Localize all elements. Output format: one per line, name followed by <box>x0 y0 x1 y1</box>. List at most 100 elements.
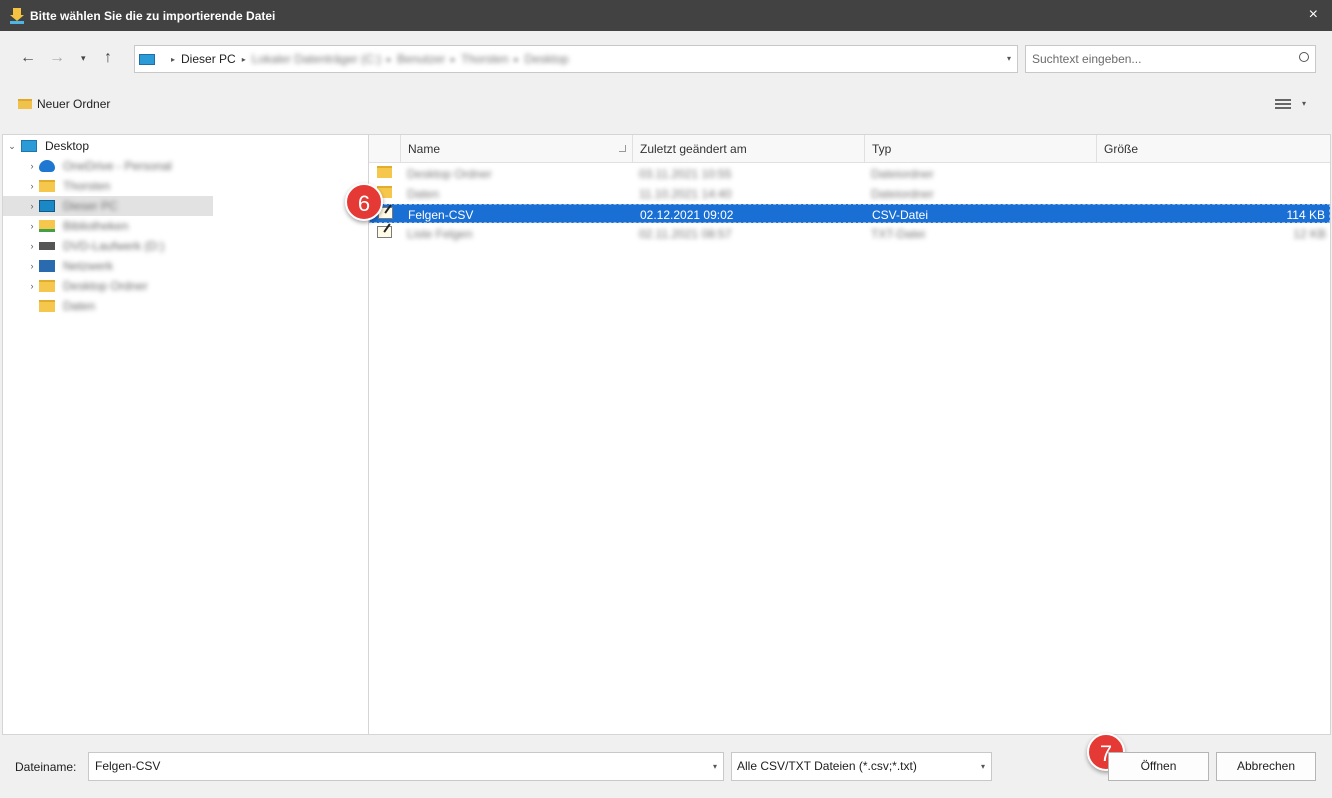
navigation-bar: ← → ▾ ↑ ▸ Dieser PC ▸ Lokaler Datenträge… <box>0 31 1332 89</box>
filename-value: Felgen-CSV <box>95 759 161 773</box>
file-list[interactable]: Name Zuletzt geändert am Typ Größe Deskt… <box>369 134 1331 735</box>
folder-icon <box>18 99 32 109</box>
file-type: TXT-Datei <box>871 227 926 241</box>
tree-item-network[interactable]: › Netzwerk <box>3 256 368 276</box>
forward-arrow-icon[interactable]: → <box>49 49 65 67</box>
cancel-button[interactable]: Abbrechen <box>1216 752 1316 781</box>
tree-item-label: OneDrive - Personal <box>63 159 172 173</box>
file-name: Daten <box>407 187 440 201</box>
chevron-right-icon[interactable]: › <box>25 201 39 211</box>
title-bar: Bitte wählen Sie die zu importierende Da… <box>0 0 1332 31</box>
text-file-icon <box>377 226 392 238</box>
chevron-right-icon[interactable]: › <box>25 261 39 271</box>
folder-icon <box>377 166 392 178</box>
tree-item-data-folder[interactable]: Daten <box>3 296 368 316</box>
tree-item-dvd-drive[interactable]: › DVD-Laufwerk (D:) <box>3 236 368 256</box>
drive-icon <box>39 242 55 250</box>
column-header-icon <box>369 135 401 163</box>
navigation-tree[interactable]: ⌄ Desktop › OneDrive - Personal › Thorst… <box>2 134 369 735</box>
import-download-icon <box>10 7 24 24</box>
recent-locations-chevron-icon[interactable]: ▾ <box>81 53 86 64</box>
file-size: 12 KB <box>1293 227 1326 241</box>
monitor-icon <box>39 200 55 212</box>
search-input[interactable]: Suchtext eingeben... <box>1025 45 1316 73</box>
tree-item-label: Bibliotheken <box>63 219 129 233</box>
chevron-right-icon[interactable]: › <box>25 281 39 291</box>
expanded-chevron-icon[interactable]: ⌄ <box>3 141 21 152</box>
column-header-label: Typ <box>872 142 892 156</box>
file-type: CSV-Datei <box>872 208 929 222</box>
tree-item-label: Desktop Ordner <box>63 279 148 293</box>
tree-item-label: Netzwerk <box>63 259 114 273</box>
file-name: Felgen-CSV <box>408 208 474 222</box>
tree-item-this-pc[interactable]: › Dieser PC <box>3 196 213 216</box>
open-button[interactable]: Öffnen <box>1108 752 1209 781</box>
breadcrumb-user[interactable]: Thorsten <box>461 52 508 66</box>
breadcrumb-users[interactable]: Benutzer <box>397 52 445 66</box>
toolbar: Neuer Ordner ▾ <box>0 89 1332 133</box>
file-row[interactable]: Daten 11.10.2021 14:40 Dateiordner <box>369 184 1330 203</box>
address-bar[interactable]: ▸ Dieser PC ▸ Lokaler Datenträger (C:) ▸… <box>134 45 1018 73</box>
file-type: Dateiordner <box>871 187 934 201</box>
breadcrumb-separator: ▸ <box>451 54 456 64</box>
breadcrumb-desktop[interactable]: Desktop <box>525 52 569 66</box>
search-placeholder: Suchtext eingeben... <box>1032 52 1142 66</box>
tree-item-label: DVD-Laufwerk (D:) <box>63 239 165 253</box>
up-arrow-icon[interactable]: ↑ <box>104 49 112 67</box>
tree-item-label: Thorsten <box>63 179 111 193</box>
breadcrumb-separator: ▸ <box>241 54 246 64</box>
dialog-footer: Dateiname: Felgen-CSV ▾ Alle CSV/TXT Dat… <box>0 736 1332 798</box>
folder-icon <box>39 280 55 292</box>
search-icon[interactable] <box>1299 52 1309 62</box>
file-type: Dateiordner <box>871 167 934 181</box>
chevron-right-icon[interactable]: › <box>25 221 39 231</box>
chevron-right-icon[interactable]: › <box>25 161 39 171</box>
desktop-icon <box>21 140 37 152</box>
tree-item-label: Dieser PC <box>63 199 118 213</box>
breadcrumb-this-pc[interactable]: Dieser PC <box>181 52 236 66</box>
tree-item-label: Desktop <box>45 139 90 153</box>
folder-icon <box>39 180 55 192</box>
column-header-label: Zuletzt geändert am <box>640 142 747 156</box>
column-header-modified[interactable]: Zuletzt geändert am <box>633 135 865 163</box>
breadcrumb-separator: ▸ <box>514 54 519 64</box>
filter-dropdown-icon[interactable]: ▾ <box>981 753 985 780</box>
library-icon <box>39 220 55 232</box>
cloud-icon <box>39 160 55 172</box>
dialog-title: Bitte wählen Sie die zu importierende Da… <box>30 8 276 23</box>
back-arrow-icon[interactable]: ← <box>20 49 36 67</box>
breadcrumb-separator: ▸ <box>171 54 176 64</box>
view-options-chevron-icon[interactable]: ▾ <box>1302 99 1306 108</box>
tree-item-desktop[interactable]: ⌄ Desktop <box>3 136 368 156</box>
tree-item-user-folder[interactable]: › Thorsten <box>3 176 368 196</box>
file-name: Liste Felgen <box>407 227 473 241</box>
column-header-size[interactable]: Größe <box>1097 135 1330 163</box>
column-header-type[interactable]: Typ <box>865 135 1097 163</box>
new-folder-label: Neuer Ordner <box>37 97 111 111</box>
file-row-selected[interactable]: Felgen-CSV 02.12.2021 09:02 CSV-Datei 11… <box>369 204 1330 223</box>
close-icon[interactable]: × <box>1309 7 1318 23</box>
file-row[interactable]: Liste Felgen 02.11.2021 08:57 TXT-Datei … <box>369 224 1330 243</box>
chevron-right-icon[interactable]: › <box>25 241 39 251</box>
filename-dropdown-icon[interactable]: ▾ <box>713 753 717 780</box>
file-type-filter-select[interactable]: Alle CSV/TXT Dateien (*.csv;*.txt) ▾ <box>731 752 992 781</box>
this-pc-icon <box>139 53 155 65</box>
filename-input[interactable]: Felgen-CSV ▾ <box>88 752 724 781</box>
breadcrumb-drive[interactable]: Lokaler Datenträger (C:) <box>252 52 381 66</box>
file-type-filter-value: Alle CSV/TXT Dateien (*.csv;*.txt) <box>737 759 917 773</box>
tree-item-onedrive[interactable]: › OneDrive - Personal <box>3 156 368 176</box>
tree-item-desktop-folder[interactable]: › Desktop Ordner <box>3 276 368 296</box>
file-modified: 02.12.2021 09:02 <box>640 208 734 222</box>
tree-item-libraries[interactable]: › Bibliotheken <box>3 216 368 236</box>
new-folder-button[interactable]: Neuer Ordner <box>18 97 110 111</box>
sort-icon <box>619 145 626 152</box>
column-header-label: Name <box>408 142 441 156</box>
file-size: 114 KB <box>1286 208 1325 222</box>
column-header-name[interactable]: Name <box>401 135 633 163</box>
file-modified: 11.10.2021 14:40 <box>639 187 732 201</box>
view-options-icon[interactable] <box>1275 99 1291 111</box>
address-dropdown-icon[interactable]: ▾ <box>1007 54 1011 63</box>
chevron-right-icon[interactable]: › <box>25 181 39 191</box>
file-row[interactable]: Desktop Ordner 03.11.2021 10:55 Dateiord… <box>369 164 1330 183</box>
file-modified: 03.11.2021 10:55 <box>639 167 732 181</box>
